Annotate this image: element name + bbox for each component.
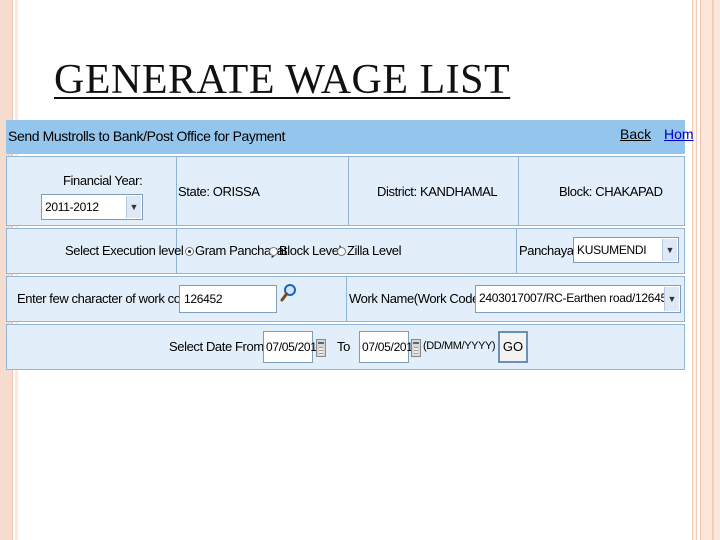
chevron-down-icon: ▼ (664, 287, 679, 311)
panchayat-label: Panchayat: (519, 243, 581, 258)
date-to-label: To (337, 339, 350, 354)
chevron-down-icon: ▼ (126, 196, 141, 218)
radio-block-level[interactable] (269, 247, 278, 256)
calendar-icon[interactable] (316, 339, 326, 357)
work-code-value: 126452 (184, 292, 223, 306)
financial-year-select[interactable]: 2011-2012 ▼ (41, 194, 143, 220)
work-code-label: Enter few character of work code : (17, 291, 201, 306)
form-header-bar: Send Mustrolls to Bank/Post Office for P… (6, 120, 694, 154)
calendar-icon[interactable] (411, 339, 421, 357)
financial-year-label: Financial Year: (63, 173, 143, 188)
magnifier-icon[interactable] (280, 283, 298, 303)
work-name-value: 2403017007/RC-Earthen road/126452 (479, 291, 674, 305)
work-code-cell: Enter few character of work code : 12645… (7, 277, 347, 321)
execution-level-label-cell: Select Execution level : (7, 229, 190, 273)
slide-title: GENERATE WAGE LIST (54, 57, 511, 103)
panchayat-select[interactable]: KUSUMENDI ▼ (573, 237, 679, 263)
wage-list-form-screenshot: Send Mustrolls to Bank/Post Office for P… (6, 120, 694, 370)
execution-level-label: Select Execution level : (65, 243, 190, 258)
panchayat-value: KUSUMENDI (577, 243, 647, 257)
panchayat-cell: Panchayat: KUSUMENDI ▼ (517, 229, 684, 273)
state-text: State: ORISSA (178, 184, 260, 199)
home-link[interactable]: Hom (664, 126, 694, 142)
date-to-input[interactable]: 07/05/2011 (359, 331, 418, 363)
financial-year-value: 2011-2012 (45, 200, 99, 214)
go-button[interactable]: GO (498, 331, 528, 363)
slide-border-right (700, 0, 720, 540)
date-from-input[interactable]: 07/05/2011 (263, 331, 322, 363)
back-link[interactable]: Back (620, 126, 651, 142)
radio-block-level-label: Block Level (279, 243, 342, 258)
chevron-down-icon: ▼ (662, 239, 677, 261)
work-name-select[interactable]: 2403017007/RC-Earthen road/126452 ▼ (475, 285, 681, 313)
execution-level-options-cell: Gram Panchayat Block Level Zilla Level (177, 229, 517, 273)
financial-year-cell: Financial Year: 2011-2012 ▼ (7, 157, 177, 225)
work-name-cell: Work Name(Work Code) : 2403017007/RC-Ear… (347, 277, 684, 321)
work-name-label: Work Name(Work Code) : (349, 291, 490, 306)
district-text: District: KANDHAMAL (377, 184, 498, 199)
execution-level-row: Select Execution level : Gram Panchayat … (6, 228, 685, 274)
date-format-hint: (DD/MM/YYYY) (423, 340, 496, 352)
slide-border-right-inner (692, 0, 697, 540)
work-code-row: Enter few character of work code : 12645… (6, 276, 685, 322)
date-from-value: 07/05/2011 (266, 340, 323, 354)
district-cell: District: KANDHAMAL (349, 157, 519, 225)
slide-border-right-stripe (712, 0, 714, 540)
form-header-title: Send Mustrolls to Bank/Post Office for P… (8, 128, 286, 144)
block-cell: Block: CHAKAPAD (519, 157, 684, 225)
date-from-label: Select Date From:- (169, 339, 271, 354)
location-row: Financial Year: 2011-2012 ▼ State: ORISS… (6, 156, 685, 226)
radio-gram-panchayat[interactable] (185, 247, 194, 256)
work-code-input[interactable]: 126452 (179, 285, 277, 313)
radio-zilla-level[interactable] (337, 247, 346, 256)
radio-zilla-level-label: Zilla Level (347, 243, 402, 258)
block-text: Block: CHAKAPAD (559, 184, 663, 199)
date-range-row: Select Date From:- 07/05/2011 To 07/05/2… (6, 324, 685, 370)
state-cell: State: ORISSA (177, 157, 349, 225)
date-to-value: 07/05/2011 (362, 340, 419, 354)
